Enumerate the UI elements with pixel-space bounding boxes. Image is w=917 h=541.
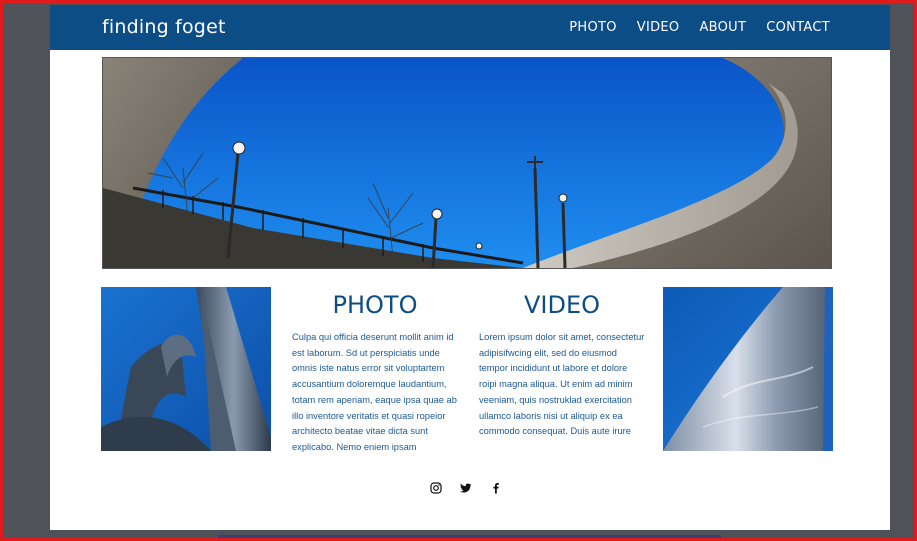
site-brand[interactable]: finding foget [102, 16, 226, 38]
photo-description: Culpa qui officia deserunt mollit anim i… [292, 332, 457, 452]
hero-image [102, 57, 832, 269]
top-navbar: finding foget PHOTO VIDEO ABOUT CONTACT [50, 5, 890, 50]
sculpture-photo-right [663, 287, 833, 451]
instagram-icon[interactable] [430, 481, 442, 494]
nav-menu: PHOTO VIDEO ABOUT CONTACT [569, 20, 830, 35]
nav-item-video[interactable]: VIDEO [637, 20, 680, 35]
photo-heading: PHOTO [332, 291, 418, 319]
video-description: Lorem ipsum dolor sit amet, consectetur … [479, 332, 645, 437]
nav-item-photo[interactable]: PHOTO [569, 20, 617, 35]
nav-item-about[interactable]: ABOUT [699, 20, 746, 35]
page-container: finding foget PHOTO VIDEO ABOUT CONTACT [50, 5, 890, 530]
video-section: VIDEO Lorem ipsum dolor sit amet, consec… [479, 291, 645, 440]
twitter-icon[interactable] [460, 481, 472, 493]
photo-section: PHOTO Culpa qui officia deserunt mollit … [292, 291, 458, 456]
nav-item-contact[interactable]: CONTACT [766, 20, 830, 35]
sculpture-photo-left [101, 287, 271, 451]
social-links [430, 481, 502, 494]
video-heading: VIDEO [523, 291, 601, 319]
bottom-strip [218, 535, 721, 538]
facebook-icon[interactable] [490, 481, 502, 494]
